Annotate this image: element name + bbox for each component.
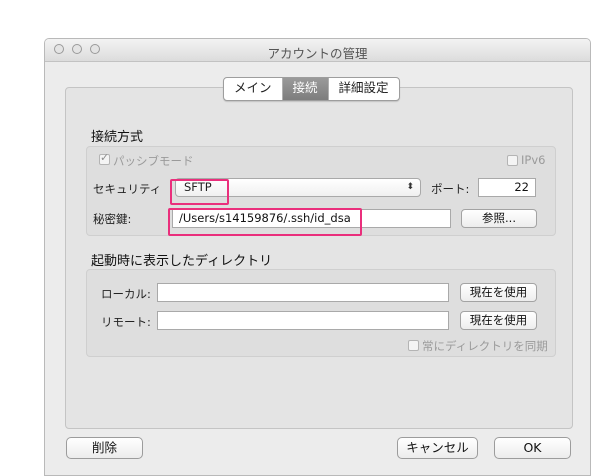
ok-button[interactable]: OK (494, 437, 571, 459)
security-value: SFTP (184, 180, 212, 194)
remote-directory-input[interactable] (157, 311, 449, 330)
local-use-current-button[interactable]: 現在を使用 (460, 283, 537, 302)
account-manager-window: アカウントの管理 メイン 接続 詳細設定 接続方式 ✓ パッシブモード IPv6… (44, 38, 591, 476)
tab-content-panel: 接続方式 ✓ パッシブモード IPv6 セキュリティ SFTP ⬍ ポート: 2… (65, 87, 573, 429)
ipv6-label: IPv6 (521, 153, 546, 167)
cancel-button[interactable]: キャンセル (397, 437, 478, 459)
tab-bar: メイン 接続 詳細設定 (223, 77, 400, 101)
remote-use-current-button[interactable]: 現在を使用 (460, 311, 537, 330)
security-label: セキュリティ (93, 182, 162, 196)
window-title: アカウントの管理 (267, 46, 368, 61)
tab-connection[interactable]: 接続 (282, 78, 329, 100)
private-key-label: 秘密鍵: (93, 212, 132, 226)
tab-main[interactable]: メイン (224, 78, 283, 100)
private-key-input[interactable]: /Users/s14159876/.ssh/id_dsa (172, 209, 451, 228)
tab-advanced[interactable]: 詳細設定 (329, 78, 399, 100)
startup-directory-title: 起動時に表示したディレクトリ (91, 254, 273, 269)
title-bar: アカウントの管理 (45, 39, 590, 62)
delete-button[interactable]: 削除 (66, 437, 143, 459)
local-label: ローカル: (101, 287, 151, 301)
port-input[interactable]: 22 (478, 178, 536, 197)
connection-method-title: 接続方式 (91, 130, 144, 145)
startup-directory-group: ローカル: 現在を使用 リモート: 現在を使用 常にディレクトリを同期 (86, 269, 556, 357)
up-down-arrows-icon: ⬍ (406, 182, 414, 192)
sync-directory-checkbox[interactable] (408, 340, 419, 351)
connection-method-group: ✓ パッシブモード IPv6 セキュリティ SFTP ⬍ ポート: 22 秘密鍵… (86, 146, 556, 236)
port-label: ポート: (431, 182, 470, 196)
remote-label: リモート: (101, 315, 151, 329)
browse-button[interactable]: 参照... (461, 209, 537, 228)
sync-directory-label: 常にディレクトリを同期 (422, 339, 548, 353)
ipv6-checkbox[interactable] (507, 155, 518, 166)
local-directory-input[interactable] (157, 283, 449, 302)
checkmark-icon: ✓ (100, 151, 110, 164)
security-select[interactable]: SFTP ⬍ (175, 178, 421, 197)
passive-mode-checkbox[interactable]: ✓ (99, 151, 110, 165)
passive-mode-label: パッシブモード (113, 154, 194, 168)
